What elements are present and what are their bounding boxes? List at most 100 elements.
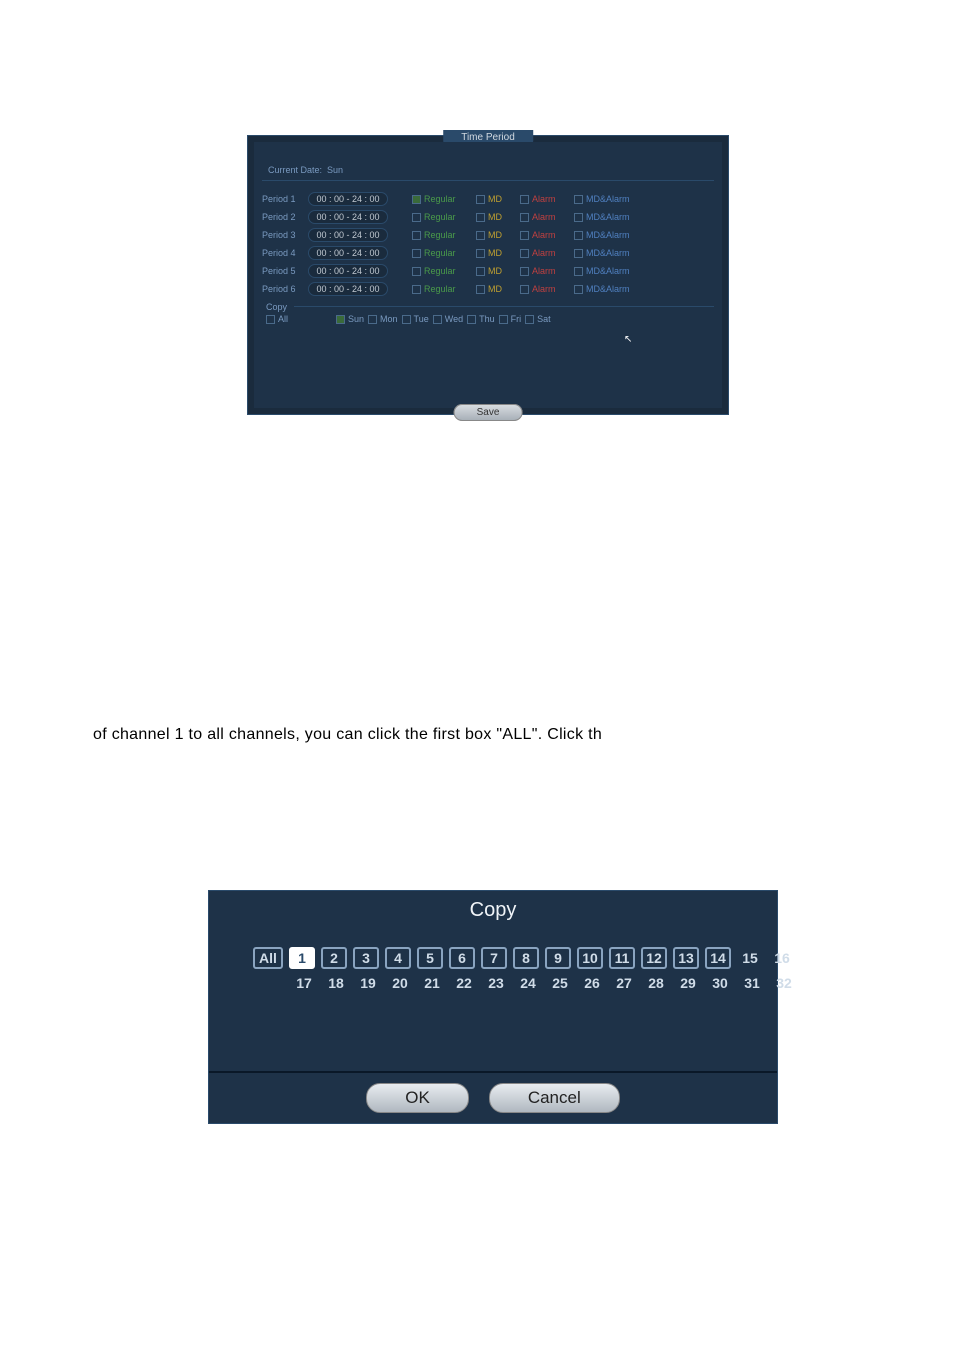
regular-checkbox[interactable]: Regular <box>412 248 472 258</box>
period-label: Period 2 <box>262 212 304 222</box>
channel-23-button[interactable]: 23 <box>483 975 509 991</box>
periods-table: Period 1 00 : 00 - 24 : 00 Regular MD Al… <box>262 190 714 298</box>
mdalarm-checkbox[interactable]: MD&Alarm <box>574 284 634 294</box>
md-checkbox[interactable]: MD <box>476 284 516 294</box>
channel-11-button[interactable]: 11 <box>609 947 635 969</box>
channel-all-button[interactable]: All <box>253 947 283 969</box>
copy-days-row: All Sun Mon Tue Wed Thu Fri Sat <box>266 314 551 324</box>
time-range-input[interactable]: 00 : 00 - 24 : 00 <box>308 264 388 278</box>
mdalarm-checkbox[interactable]: MD&Alarm <box>574 194 634 204</box>
regular-checkbox[interactable]: Regular <box>412 266 472 276</box>
period-row: Period 4 00 : 00 - 24 : 00 Regular MD Al… <box>262 244 714 262</box>
channel-29-button[interactable]: 29 <box>675 975 701 991</box>
alarm-checkbox[interactable]: Alarm <box>520 284 570 294</box>
day-tue-checkbox[interactable]: Tue <box>402 314 429 324</box>
md-checkbox[interactable]: MD <box>476 266 516 276</box>
period-row: Period 5 00 : 00 - 24 : 00 Regular MD Al… <box>262 262 714 280</box>
md-checkbox[interactable]: MD <box>476 230 516 240</box>
dialog-title: Copy <box>470 899 517 922</box>
period-label: Period 1 <box>262 194 304 204</box>
channel-30-button[interactable]: 30 <box>707 975 733 991</box>
channel-16-button[interactable]: 16 <box>769 947 795 969</box>
day-fri-checkbox[interactable]: Fri <box>499 314 522 324</box>
channel-10-button[interactable]: 10 <box>577 947 603 969</box>
divider <box>262 180 714 181</box>
channel-17-button[interactable]: 17 <box>291 975 317 991</box>
save-button[interactable]: Save <box>454 404 523 421</box>
dialog-body: Current Date: Sun Period 1 00 : 00 - 24 … <box>254 142 722 408</box>
period-row: Period 3 00 : 00 - 24 : 00 Regular MD Al… <box>262 226 714 244</box>
regular-checkbox[interactable]: Regular <box>412 194 472 204</box>
channel-20-button[interactable]: 20 <box>387 975 413 991</box>
channel-21-button[interactable]: 21 <box>419 975 445 991</box>
period-label: Period 4 <box>262 248 304 258</box>
md-checkbox[interactable]: MD <box>476 248 516 258</box>
day-wed-checkbox[interactable]: Wed <box>433 314 463 324</box>
channel-14-button[interactable]: 14 <box>705 947 731 969</box>
channel-32-button[interactable]: 32 <box>771 975 797 991</box>
period-label: Period 3 <box>262 230 304 240</box>
period-row: Period 1 00 : 00 - 24 : 00 Regular MD Al… <box>262 190 714 208</box>
channel-24-button[interactable]: 24 <box>515 975 541 991</box>
period-label: Period 6 <box>262 284 304 294</box>
day-sun-checkbox[interactable]: Sun <box>336 314 364 324</box>
channel-8-button[interactable]: 8 <box>513 947 539 969</box>
time-range-input[interactable]: 00 : 00 - 24 : 00 <box>308 228 388 242</box>
channel-15-button[interactable]: 15 <box>737 947 763 969</box>
document-text: of channel 1 to all channels, you can cl… <box>93 726 602 744</box>
alarm-checkbox[interactable]: Alarm <box>520 230 570 240</box>
time-period-dialog: Time Period Current Date: Sun Period 1 0… <box>247 135 729 415</box>
channel-13-button[interactable]: 13 <box>673 947 699 969</box>
cancel-button[interactable]: Cancel <box>489 1083 620 1113</box>
ok-button[interactable]: OK <box>366 1083 469 1113</box>
channel-28-button[interactable]: 28 <box>643 975 669 991</box>
time-range-input[interactable]: 00 : 00 - 24 : 00 <box>308 210 388 224</box>
alarm-checkbox[interactable]: Alarm <box>520 266 570 276</box>
channel-31-button[interactable]: 31 <box>739 975 765 991</box>
channel-2-button[interactable]: 2 <box>321 947 347 969</box>
current-date-label: Current Date: Sun <box>268 165 343 175</box>
channel-row-1: All 1 2 3 4 5 6 7 8 9 10 11 12 13 14 15 … <box>253 947 795 969</box>
mdalarm-checkbox[interactable]: MD&Alarm <box>574 230 634 240</box>
copy-section-label: Copy <box>266 302 287 312</box>
regular-checkbox[interactable]: Regular <box>412 230 472 240</box>
mdalarm-checkbox[interactable]: MD&Alarm <box>574 266 634 276</box>
day-sat-checkbox[interactable]: Sat <box>525 314 551 324</box>
dialog-button-bar: OK Cancel <box>209 1071 777 1123</box>
alarm-checkbox[interactable]: Alarm <box>520 248 570 258</box>
regular-checkbox[interactable]: Regular <box>412 212 472 222</box>
time-range-input[interactable]: 00 : 00 - 24 : 00 <box>308 192 388 206</box>
md-checkbox[interactable]: MD <box>476 212 516 222</box>
alarm-checkbox[interactable]: Alarm <box>520 194 570 204</box>
channel-6-button[interactable]: 6 <box>449 947 475 969</box>
divider <box>294 306 714 307</box>
cursor-icon: ↖ <box>624 334 632 345</box>
day-mon-checkbox[interactable]: Mon <box>368 314 398 324</box>
channel-12-button[interactable]: 12 <box>641 947 667 969</box>
day-thu-checkbox[interactable]: Thu <box>467 314 495 324</box>
channel-22-button[interactable]: 22 <box>451 975 477 991</box>
channel-18-button[interactable]: 18 <box>323 975 349 991</box>
channel-26-button[interactable]: 26 <box>579 975 605 991</box>
mdalarm-checkbox[interactable]: MD&Alarm <box>574 248 634 258</box>
period-row: Period 2 00 : 00 - 24 : 00 Regular MD Al… <box>262 208 714 226</box>
channel-9-button[interactable]: 9 <box>545 947 571 969</box>
regular-checkbox[interactable]: Regular <box>412 284 472 294</box>
all-checkbox[interactable]: All <box>266 314 288 324</box>
channel-27-button[interactable]: 27 <box>611 975 637 991</box>
time-range-input[interactable]: 00 : 00 - 24 : 00 <box>308 246 388 260</box>
md-checkbox[interactable]: MD <box>476 194 516 204</box>
channel-4-button[interactable]: 4 <box>385 947 411 969</box>
channel-25-button[interactable]: 25 <box>547 975 573 991</box>
alarm-checkbox[interactable]: Alarm <box>520 212 570 222</box>
channel-5-button[interactable]: 5 <box>417 947 443 969</box>
period-label: Period 5 <box>262 266 304 276</box>
channel-19-button[interactable]: 19 <box>355 975 381 991</box>
time-range-input[interactable]: 00 : 00 - 24 : 00 <box>308 282 388 296</box>
channel-7-button[interactable]: 7 <box>481 947 507 969</box>
copy-dialog: Copy All 1 2 3 4 5 6 7 8 9 10 11 12 13 1… <box>208 890 778 1124</box>
channel-3-button[interactable]: 3 <box>353 947 379 969</box>
channel-row-2: 17 18 19 20 21 22 23 24 25 26 27 28 29 3… <box>291 975 797 991</box>
channel-1-button[interactable]: 1 <box>289 947 315 969</box>
mdalarm-checkbox[interactable]: MD&Alarm <box>574 212 634 222</box>
